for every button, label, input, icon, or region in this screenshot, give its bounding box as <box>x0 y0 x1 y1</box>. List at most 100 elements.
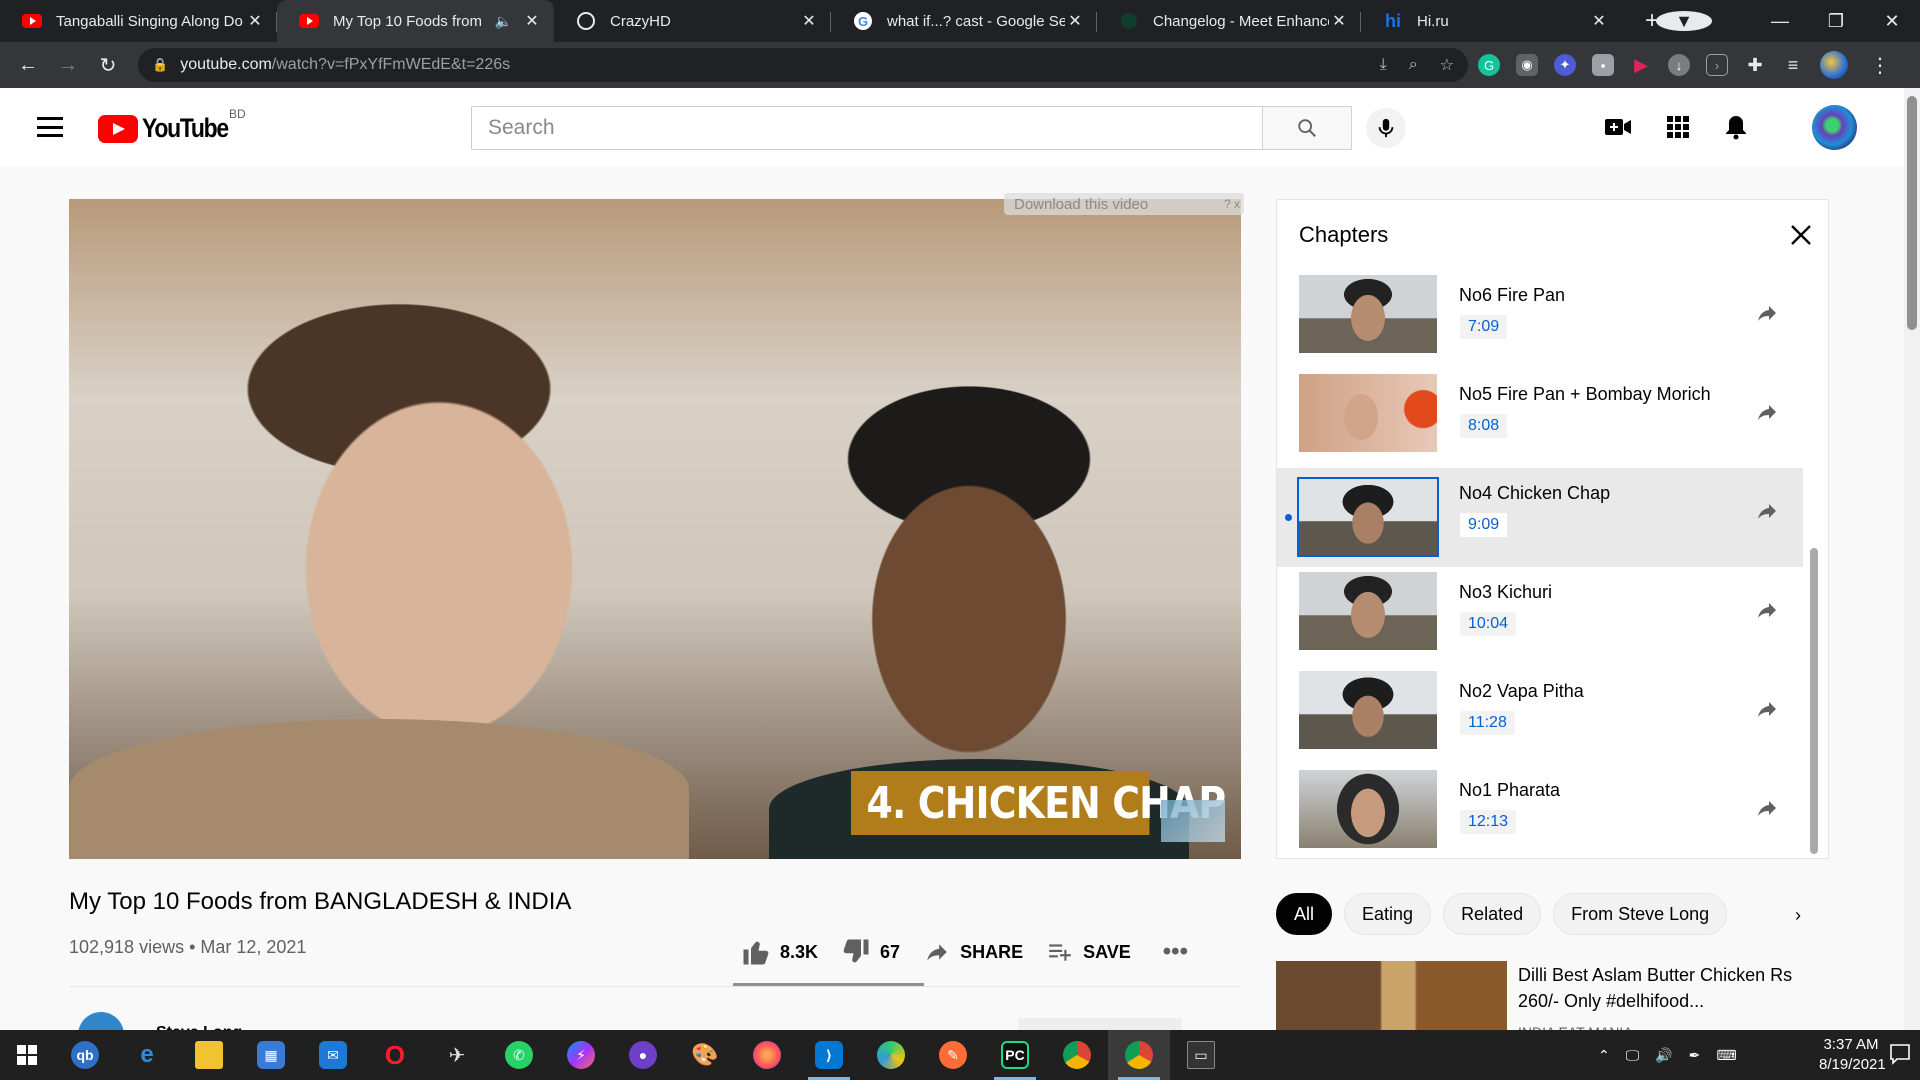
close-tab-icon[interactable]: ✕ <box>1065 11 1085 31</box>
browser-tab[interactable]: Tangaballi Singing Along Do ✕ <box>0 0 277 42</box>
bookmark-star-icon[interactable]: ☆ <box>1440 55 1454 75</box>
chrome-active-icon[interactable] <box>1108 1030 1170 1080</box>
browser-tab-active[interactable]: My Top 10 Foods from B 🔈 ✕ <box>277 0 554 42</box>
chip-from-channel[interactable]: From Steve Long <box>1553 893 1728 935</box>
create-video-icon[interactable] <box>1604 116 1632 138</box>
browser-menu-icon[interactable]: ⋮ <box>1870 53 1890 78</box>
video-player[interactable] <box>69 199 1241 859</box>
browser-tab[interactable]: CrazyHD ✕ <box>554 0 831 42</box>
extension-icon[interactable]: ▪ <box>1592 54 1614 76</box>
whatsapp-icon[interactable]: ✆ <box>488 1030 550 1080</box>
like-button[interactable]: 8.3K <box>740 937 818 967</box>
close-tab-icon[interactable]: ✕ <box>1589 11 1609 31</box>
file-explorer-icon[interactable] <box>178 1030 240 1080</box>
pycharm-icon[interactable]: PC <box>984 1030 1046 1080</box>
colorful-app-icon[interactable] <box>860 1030 922 1080</box>
share-icon[interactable] <box>1752 595 1782 625</box>
hamburger-menu-icon[interactable] <box>37 117 63 137</box>
share-icon[interactable] <box>1752 397 1782 427</box>
close-chapters-icon[interactable] <box>1786 220 1816 250</box>
chapter-item[interactable]: No3 Kichuri 10:04 <box>1277 567 1803 666</box>
mail-icon[interactable]: ✉ <box>302 1030 364 1080</box>
media-extension-icon[interactable]: › <box>1706 54 1728 76</box>
browser-tab[interactable]: Changelog - Meet Enhancer ✕ <box>1097 0 1361 42</box>
chip-eating[interactable]: Eating <box>1344 893 1432 935</box>
download-bar-controls[interactable]: ? x <box>1224 197 1240 211</box>
windows-start-icon[interactable] <box>0 1030 54 1080</box>
channel-watermark[interactable] <box>1161 800 1225 842</box>
chapter-timestamp[interactable]: 11:28 <box>1460 711 1515 735</box>
share-button[interactable]: SHARE <box>922 939 1023 965</box>
chapter-item[interactable]: No6 Fire Pan 7:09 <box>1277 270 1803 369</box>
forward-icon[interactable]: → <box>48 54 88 77</box>
chevron-up-icon[interactable]: ⌃ <box>1598 1047 1610 1064</box>
close-tab-icon[interactable]: ✕ <box>245 11 265 31</box>
zoom-icon[interactable]: ⌕ <box>1409 56 1418 74</box>
chapter-timestamp[interactable]: 8:08 <box>1460 414 1508 438</box>
chapter-item-current[interactable]: No4 Chicken Chap 9:09 <box>1277 468 1803 567</box>
speaker-icon[interactable]: 🔈 <box>495 13 512 30</box>
share-icon[interactable] <box>1752 298 1782 328</box>
voice-search-button[interactable] <box>1366 108 1406 148</box>
search-button[interactable] <box>1262 106 1352 150</box>
media-queue-icon[interactable]: ≡ <box>1782 54 1804 76</box>
chip-related[interactable]: Related <box>1443 893 1542 935</box>
paint-icon[interactable]: 🎨 <box>674 1030 736 1080</box>
network-icon[interactable]: 🖵 <box>1626 1047 1640 1064</box>
page-scrollbar[interactable] <box>1904 88 1920 1030</box>
grammarly-icon[interactable]: G <box>1478 54 1500 76</box>
satellite-app-icon[interactable]: ✈ <box>426 1030 488 1080</box>
profile-avatar-icon[interactable] <box>1820 51 1848 79</box>
firefox-icon[interactable] <box>736 1030 798 1080</box>
more-actions-icon[interactable]: ••• <box>1163 938 1188 966</box>
youtube-logo[interactable]: YouTube BD <box>98 107 246 144</box>
chapter-item[interactable]: No2 Vapa Pitha 11:28 <box>1277 666 1803 765</box>
camera-extension-icon[interactable]: ◉ <box>1516 54 1538 76</box>
keyboard-icon[interactable]: ⌨ <box>1716 1047 1736 1064</box>
opera-icon[interactable]: O <box>364 1030 426 1080</box>
github-icon[interactable]: ● <box>612 1030 674 1080</box>
vscode-icon[interactable]: ⟩ <box>798 1030 860 1080</box>
account-avatar[interactable] <box>1812 105 1857 150</box>
volume-icon[interactable]: 🔊 <box>1655 1047 1672 1064</box>
close-tab-icon[interactable]: ✕ <box>799 11 819 31</box>
taskbar-clock[interactable]: 3:37 AM 8/19/2021 <box>1819 1035 1886 1075</box>
browser-tab[interactable]: G what if...? cast - Google Sear ✕ <box>831 0 1097 42</box>
close-tab-icon[interactable]: ✕ <box>522 11 542 31</box>
back-icon[interactable]: ← <box>8 54 48 77</box>
extension-icon[interactable]: ✦ <box>1554 54 1576 76</box>
chapter-item[interactable]: No5 Fire Pan + Bombay Morich 8:08 <box>1277 369 1803 468</box>
lock-icon[interactable]: 🔒 <box>152 57 168 73</box>
recommendation-title[interactable]: Dilli Best Aslam Butter Chicken Rs 260/-… <box>1518 962 1818 1014</box>
chapter-timestamp[interactable]: 7:09 <box>1460 315 1508 339</box>
share-icon[interactable] <box>1752 496 1782 526</box>
chapter-timestamp[interactable]: 12:13 <box>1460 810 1517 834</box>
reload-icon[interactable]: ↻ <box>88 53 128 78</box>
download-extension-icon[interactable]: ↓ <box>1668 54 1690 76</box>
share-icon[interactable] <box>1752 793 1782 823</box>
download-video-bar[interactable]: Download this video ? x <box>1004 193 1244 215</box>
qbittorrent-icon[interactable]: qb <box>54 1030 116 1080</box>
close-window-icon[interactable]: ✕ <box>1864 11 1920 32</box>
puzzle-extensions-icon[interactable]: ✚ <box>1744 54 1766 76</box>
chrome-icon[interactable] <box>1046 1030 1108 1080</box>
pen-icon[interactable]: ✒ <box>1689 1047 1701 1064</box>
page-scrollbar-thumb[interactable] <box>1907 96 1917 330</box>
chip-all[interactable]: All <box>1276 893 1333 935</box>
browser-tab[interactable]: hi Hi.ru ✕ <box>1361 0 1621 42</box>
notifications-bell-icon[interactable] <box>1724 114 1748 140</box>
chapter-timestamp[interactable]: 10:04 <box>1460 612 1517 636</box>
save-button[interactable]: SAVE <box>1045 939 1131 965</box>
chevron-right-icon[interactable]: › <box>1786 903 1810 927</box>
flag-extension-icon[interactable]: ▶ <box>1630 54 1652 76</box>
notification-center-icon[interactable] <box>1888 1042 1912 1066</box>
recommendation-thumbnail[interactable] <box>1276 961 1507 1031</box>
search-input[interactable]: Search <box>471 106 1262 150</box>
terminal-icon[interactable]: ▭ <box>1170 1030 1232 1080</box>
chapter-timestamp[interactable]: 9:09 <box>1460 513 1508 537</box>
chapter-item[interactable]: No1 Pharata 12:13 <box>1277 765 1803 864</box>
install-app-icon[interactable]: ⤓ <box>1380 56 1387 74</box>
share-icon[interactable] <box>1752 694 1782 724</box>
edge-icon[interactable]: e <box>116 1030 178 1080</box>
postman-icon[interactable]: ✎ <box>922 1030 984 1080</box>
